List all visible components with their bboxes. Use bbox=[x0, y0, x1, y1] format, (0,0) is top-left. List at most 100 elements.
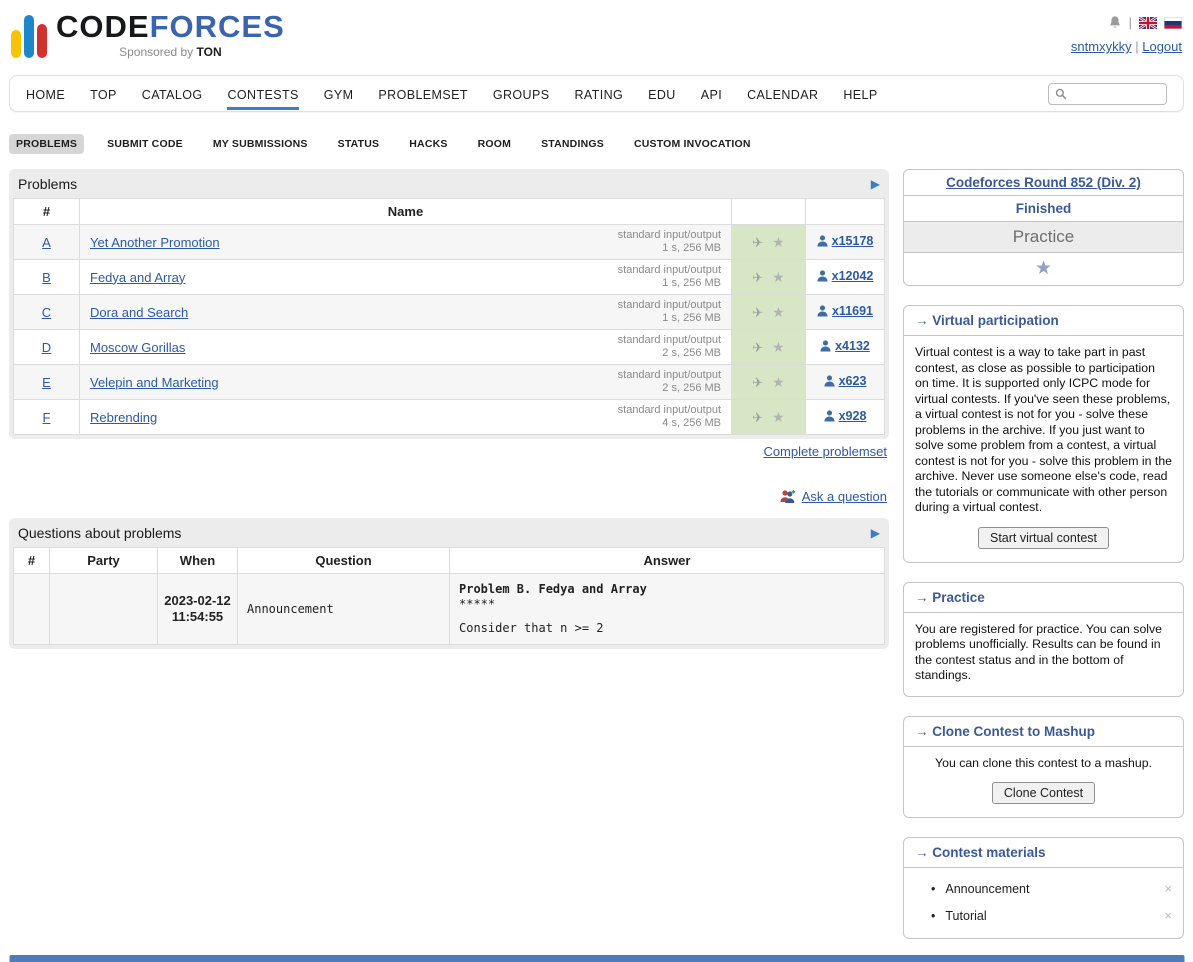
practice-title: → Practice bbox=[904, 583, 1183, 613]
complete-problemset-row: Complete problemset bbox=[9, 444, 889, 459]
submit-solution-icon[interactable]: ✈ bbox=[752, 305, 763, 320]
language-row: | bbox=[1071, 15, 1182, 30]
submit-solution-icon[interactable]: ✈ bbox=[752, 340, 763, 355]
problem-letter-link[interactable]: E bbox=[42, 375, 51, 390]
dismiss-cross-icon[interactable]: × bbox=[1164, 881, 1172, 896]
questions-caption-bar: Questions about problems ▶ bbox=[13, 518, 885, 547]
problem-accepted-cell: ✈★ bbox=[732, 365, 806, 400]
search-input[interactable] bbox=[1072, 86, 1160, 102]
problem-name-link[interactable]: Velepin and Marketing bbox=[90, 375, 219, 390]
nav-item-problemset[interactable]: PROBLEMSET bbox=[378, 78, 467, 110]
favorite-star-icon[interactable]: ★ bbox=[772, 339, 785, 355]
language-english-flag-icon[interactable] bbox=[1139, 17, 1157, 29]
clone-mashup-box: → Clone Contest to Mashup You can clone … bbox=[903, 716, 1184, 819]
nav-item-calendar[interactable]: CALENDAR bbox=[747, 78, 818, 110]
questions-box: Questions about problems ▶ # Party When … bbox=[9, 518, 889, 649]
content: Problems ▶ # Name A bbox=[9, 169, 1184, 958]
submit-solution-icon[interactable]: ✈ bbox=[752, 270, 763, 285]
main-menu-list: HOME TOP CATALOG CONTESTS GYM PROBLEMSET… bbox=[26, 78, 878, 110]
logo-bar-blue bbox=[24, 15, 34, 58]
material-announcement-link[interactable]: Announcement bbox=[945, 882, 1164, 896]
dismiss-cross-icon[interactable]: × bbox=[1164, 908, 1172, 923]
problem-limits: standard input/output4 s, 256 MB bbox=[618, 404, 721, 430]
problem-letter-link[interactable]: C bbox=[42, 305, 51, 320]
subnav-item-custom-invocation[interactable]: CUSTOM INVOCATION bbox=[627, 134, 758, 154]
subnav-item-hacks[interactable]: HACKS bbox=[402, 134, 454, 154]
notifications-bell-icon[interactable] bbox=[1108, 15, 1122, 30]
solved-count-link[interactable]: x623 bbox=[824, 374, 867, 388]
nav-item-contests[interactable]: CONTESTS bbox=[227, 78, 298, 110]
contest-favorite-star-icon[interactable]: ★ bbox=[904, 253, 1183, 285]
clone-contest-button[interactable]: Clone Contest bbox=[992, 782, 1095, 804]
solvers-person-icon bbox=[817, 235, 828, 247]
favorite-star-icon[interactable]: ★ bbox=[772, 234, 785, 250]
problem-name-link[interactable]: Moscow Gorillas bbox=[90, 340, 185, 355]
favorite-star-icon[interactable]: ★ bbox=[772, 409, 785, 425]
problem-row: E Velepin and Marketing standard input/o… bbox=[14, 365, 885, 400]
nav-item-rating[interactable]: RATING bbox=[574, 78, 623, 110]
favorite-star-icon[interactable]: ★ bbox=[772, 269, 785, 285]
favorite-star-icon[interactable]: ★ bbox=[772, 374, 785, 390]
problem-name-link[interactable]: Dora and Search bbox=[90, 305, 188, 320]
username-link[interactable]: sntmxykky bbox=[1071, 39, 1132, 54]
expand-arrow-icon[interactable]: ▶ bbox=[871, 177, 880, 191]
problem-name-link[interactable]: Fedya and Array bbox=[90, 270, 185, 285]
contest-materials-title: → Contest materials bbox=[904, 838, 1183, 868]
problem-letter-link[interactable]: B bbox=[42, 270, 51, 285]
material-tutorial-link[interactable]: Tutorial bbox=[945, 909, 1164, 923]
submit-solution-icon[interactable]: ✈ bbox=[752, 410, 763, 425]
problem-row: D Moscow Gorillas standard input/output2… bbox=[14, 330, 885, 365]
problem-accepted-cell: ✈★ bbox=[732, 400, 806, 435]
problem-letter-link[interactable]: F bbox=[43, 410, 51, 425]
nav-item-top[interactable]: TOP bbox=[90, 78, 117, 110]
problem-accepted-cell: ✈★ bbox=[732, 295, 806, 330]
nav-item-edu[interactable]: EDU bbox=[648, 78, 676, 110]
subnav-item-problems[interactable]: PROBLEMS bbox=[9, 134, 84, 154]
subnav-item-submit-code[interactable]: SUBMIT CODE bbox=[100, 134, 190, 154]
logout-link[interactable]: Logout bbox=[1142, 39, 1182, 54]
logo-text: CODEFORCES Sponsored by TON bbox=[56, 12, 285, 59]
solved-count-link[interactable]: x11691 bbox=[817, 304, 873, 318]
subnav-item-standings[interactable]: STANDINGS bbox=[534, 134, 611, 154]
submit-solution-icon[interactable]: ✈ bbox=[752, 375, 763, 390]
subnav-item-status[interactable]: STATUS bbox=[331, 134, 387, 154]
expand-arrow-icon[interactable]: ▶ bbox=[871, 526, 880, 540]
logo-bar-yellow bbox=[11, 30, 21, 58]
solved-count-link[interactable]: x15178 bbox=[817, 234, 874, 248]
problem-name-link[interactable]: Rebrending bbox=[90, 410, 157, 425]
search-box[interactable] bbox=[1048, 83, 1167, 105]
nav-item-api[interactable]: API bbox=[701, 78, 722, 110]
favorite-star-icon[interactable]: ★ bbox=[772, 304, 785, 320]
subnav-item-my-submissions[interactable]: MY SUBMISSIONS bbox=[206, 134, 315, 154]
problems-caption-bar: Problems ▶ bbox=[13, 169, 885, 198]
solved-count-link[interactable]: x4132 bbox=[820, 339, 870, 353]
ask-question-link[interactable]: Ask a question bbox=[802, 489, 887, 504]
questions-col-answer: Answer bbox=[450, 548, 885, 574]
nav-item-groups[interactable]: GROUPS bbox=[493, 78, 550, 110]
solved-count-link[interactable]: x12042 bbox=[817, 269, 874, 283]
codeforces-logo[interactable]: CODEFORCES Sponsored by TON bbox=[11, 12, 285, 59]
questions-col-question: Question bbox=[238, 548, 450, 574]
subnav-item-room[interactable]: ROOM bbox=[471, 134, 518, 154]
problem-letter-link[interactable]: A bbox=[42, 235, 51, 250]
nav-item-catalog[interactable]: CATALOG bbox=[142, 78, 203, 110]
nav-item-gym[interactable]: GYM bbox=[324, 78, 354, 110]
problem-name-link[interactable]: Yet Another Promotion bbox=[90, 235, 220, 250]
ask-question-icon[interactable] bbox=[779, 489, 796, 504]
contest-title-link[interactable]: Codeforces Round 852 (Div. 2) bbox=[946, 175, 1141, 190]
problem-row: B Fedya and Array standard input/output1… bbox=[14, 260, 885, 295]
submit-solution-icon[interactable]: ✈ bbox=[752, 235, 763, 250]
problems-col-solved bbox=[806, 199, 885, 225]
solved-count-link[interactable]: x928 bbox=[824, 409, 867, 423]
virtual-participation-title: → Virtual participation bbox=[904, 306, 1183, 336]
problems-col-num: # bbox=[14, 199, 80, 225]
nav-item-home[interactable]: HOME bbox=[26, 78, 65, 110]
problems-table: # Name A Yet Another Promotion standard … bbox=[13, 198, 885, 435]
language-russian-flag-icon[interactable] bbox=[1164, 17, 1182, 29]
start-virtual-contest-button[interactable]: Start virtual contest bbox=[978, 527, 1109, 549]
questions-caption: Questions about problems bbox=[18, 525, 181, 541]
problem-limits: standard input/output1 s, 256 MB bbox=[618, 264, 721, 290]
nav-item-help[interactable]: HELP bbox=[843, 78, 877, 110]
complete-problemset-link[interactable]: Complete problemset bbox=[763, 444, 887, 459]
problem-letter-link[interactable]: D bbox=[42, 340, 51, 355]
